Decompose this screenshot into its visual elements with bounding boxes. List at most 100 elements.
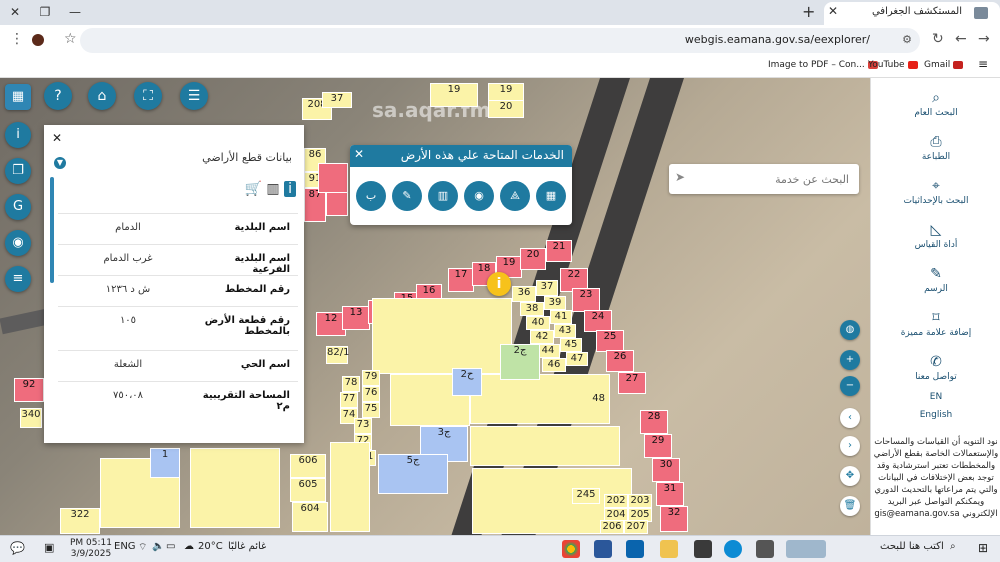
cart-add-icon[interactable]: 🛒 (245, 181, 262, 197)
plot[interactable]: 1 (150, 448, 180, 478)
clock[interactable]: PM 05:11 3/9/2025 (70, 538, 112, 560)
plot[interactable]: 82/1 (326, 346, 349, 364)
file-explorer-icon[interactable] (660, 540, 678, 558)
plot[interactable]: 75 (362, 402, 380, 418)
mail-icon[interactable] (626, 540, 644, 558)
menu-kebab-icon[interactable]: ⋮ (10, 31, 24, 47)
close-icon[interactable]: ✕ (52, 131, 62, 145)
database-icon[interactable]: ≡ (5, 266, 31, 292)
pan-icon[interactable]: ✥ (840, 466, 860, 486)
google-icon[interactable]: G (5, 194, 31, 220)
plot[interactable]: 73 (354, 418, 372, 434)
chrome-icon[interactable] (562, 540, 580, 558)
close-icon[interactable]: ✕ (354, 147, 364, 161)
service-button[interactable]: ✎ (392, 181, 422, 211)
plot[interactable]: 40 (526, 316, 550, 330)
info-details-icon[interactable]: i (284, 181, 296, 197)
app-icon[interactable] (694, 540, 712, 558)
plot[interactable]: 21 (546, 240, 572, 262)
plot[interactable]: 245 (572, 488, 600, 504)
plot[interactable]: 42 (530, 330, 554, 344)
language-toggle[interactable]: EN English (871, 392, 1000, 420)
bookmark-youtube[interactable]: YouTube (868, 60, 918, 70)
fullscreen-icon[interactable]: ⛶ (134, 82, 162, 110)
plot[interactable]: 203 (628, 494, 652, 508)
plot[interactable]: 20 (488, 100, 524, 118)
plot[interactable] (372, 298, 512, 374)
site-settings-icon[interactable]: ⚙ (902, 33, 912, 46)
bookmark-gmail[interactable]: Gmail (924, 60, 964, 70)
plot[interactable]: 38 (520, 302, 544, 316)
plot[interactable]: 78 (342, 376, 360, 392)
scrollbar[interactable] (50, 177, 54, 283)
layers-icon[interactable]: ▦ (5, 84, 31, 110)
forward-icon[interactable]: → (978, 31, 990, 47)
plot[interactable]: 605 (290, 478, 326, 502)
plot[interactable]: ج5 (378, 454, 448, 494)
plot[interactable]: 23 (572, 288, 600, 312)
sidebar-item-contact-us[interactable]: ✆ تواصل معنا (871, 354, 1000, 382)
volume-icon[interactable]: 🔈 (152, 541, 164, 552)
stack-icon[interactable]: ❐ (5, 158, 31, 184)
plot[interactable]: 19 (430, 83, 478, 107)
grid-service-icon[interactable]: ▦ (536, 181, 566, 211)
zoom-out-icon[interactable]: − (840, 376, 860, 396)
plot[interactable]: 24 (584, 310, 612, 332)
pinned-app-icon[interactable] (786, 540, 826, 558)
taskbar-search-input[interactable]: اكتب هنا للبحث (880, 541, 944, 552)
plot[interactable]: 47 (566, 352, 588, 366)
plot[interactable]: 43 (554, 324, 576, 338)
plot[interactable]: 87 (304, 188, 326, 222)
reload-icon[interactable]: ↻ (932, 31, 944, 47)
minimize-window-button[interactable]: — (60, 2, 90, 22)
close-tab-icon[interactable]: ✕ (828, 4, 838, 18)
task-view-icon[interactable] (756, 540, 774, 558)
plot[interactable]: 31 (656, 482, 684, 506)
battery-icon[interactable]: ▭ (166, 541, 175, 552)
eye-icon[interactable]: ◉ (5, 230, 31, 256)
sidebar-item-general-search[interactable]: ⌕ البحث العام (871, 90, 1000, 118)
restore-window-button[interactable]: ❐ (30, 2, 60, 22)
input-language[interactable]: ENG (114, 541, 136, 552)
plot[interactable] (190, 448, 280, 528)
plot[interactable]: 29 (644, 434, 672, 458)
plot[interactable]: 28 (640, 410, 668, 434)
search-icon[interactable]: ⌕ (950, 541, 956, 552)
plot[interactable]: 606 (290, 454, 326, 478)
home-icon[interactable]: ⌂ (88, 82, 116, 110)
chevron-left-icon[interactable]: ‹ (840, 408, 860, 428)
plot[interactable] (330, 442, 370, 532)
plot[interactable]: 17 (448, 268, 474, 292)
globe-icon[interactable]: ◍ (840, 320, 860, 340)
wifi-icon[interactable]: ⌔ (138, 541, 147, 554)
help-icon[interactable]: ? (44, 82, 72, 110)
close-window-button[interactable]: ✕ (0, 2, 30, 22)
plot[interactable]: 30 (652, 458, 680, 482)
windows-start-icon[interactable]: ⊞ (978, 541, 988, 555)
word-icon[interactable] (594, 540, 612, 558)
plot[interactable]: 25 (596, 330, 624, 352)
plot[interactable]: 202 (604, 494, 628, 508)
back-icon[interactable]: ← (955, 31, 967, 47)
plot[interactable]: 37 (536, 280, 558, 296)
profile-avatar[interactable] (32, 34, 44, 46)
plot[interactable]: 207 (624, 520, 648, 534)
plot[interactable]: 26 (606, 350, 634, 372)
plot[interactable]: 13 (342, 306, 370, 330)
service-search-input[interactable] (695, 170, 849, 188)
bookmark-image-to-pdf[interactable]: Image to PDF – Con... (768, 60, 878, 70)
plot[interactable]: 19 (488, 83, 524, 101)
plot[interactable]: ح2 (452, 368, 482, 396)
zoom-in-icon[interactable]: + (840, 350, 860, 370)
edge-icon[interactable] (724, 540, 742, 558)
browser-tab[interactable]: ✕ المستكشف الجغرافي (824, 2, 1000, 25)
bookmark-star-icon[interactable]: ☆ (64, 31, 77, 47)
info-icon[interactable]: i (5, 122, 31, 148)
plot[interactable]: 92 (14, 378, 44, 402)
plot[interactable]: 79 (362, 370, 380, 386)
more-bookmarks-icon[interactable]: ≡ (978, 57, 988, 71)
plot[interactable]: 36 (512, 286, 536, 302)
building-service-icon[interactable]: ▥ (428, 181, 458, 211)
system-tray-icon[interactable]: ▣ (44, 541, 54, 554)
sidebar-item-draw[interactable]: ✎ الرسم (871, 266, 1000, 294)
